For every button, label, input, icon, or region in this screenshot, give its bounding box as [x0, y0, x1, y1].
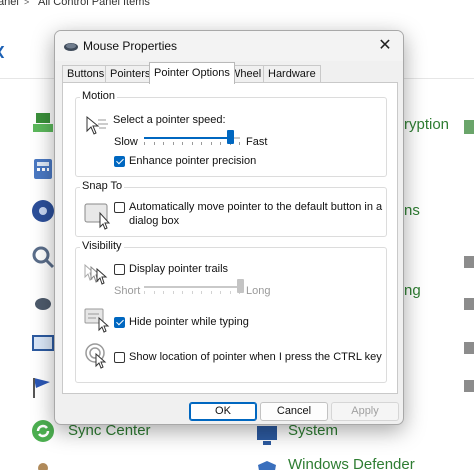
- title-bar[interactable]: Mouse Properties ✕: [55, 31, 403, 61]
- slider-tick: [191, 291, 193, 294]
- hide-pointer-icon: [84, 308, 110, 333]
- slider-tick: [210, 142, 212, 145]
- pointer-trails-label[interactable]: Display pointer trails: [129, 263, 228, 275]
- snap-to-group-title: Snap To: [80, 180, 125, 192]
- hide-pointer-label[interactable]: Hide pointer while typing: [129, 316, 249, 328]
- slider-thumb[interactable]: [237, 279, 244, 293]
- partial-icon[interactable]: [462, 374, 474, 400]
- windows-defender-link[interactable]: Windows Defender: [288, 456, 415, 470]
- slider-tick: [191, 142, 193, 145]
- show-location-checkbox[interactable]: [114, 352, 125, 363]
- fast-label: Fast: [246, 136, 268, 148]
- display-icon[interactable]: [30, 332, 56, 358]
- slider-tick: [172, 142, 174, 145]
- shield-icon[interactable]: [254, 458, 280, 470]
- show-location-icon: [85, 343, 107, 369]
- encryption-link[interactable]: ryption: [404, 116, 449, 133]
- motion-group-title: Motion: [80, 90, 118, 102]
- slider-tick: [201, 291, 202, 294]
- system-icon[interactable]: [254, 422, 280, 448]
- hide-pointer-checkbox[interactable]: [114, 317, 125, 328]
- mouse-icon[interactable]: [30, 290, 56, 316]
- snap-to-group: Snap To Automatically move pointer to th…: [75, 180, 387, 237]
- partial-icon[interactable]: [462, 336, 474, 362]
- snap-to-label-line2[interactable]: dialog box: [129, 215, 179, 227]
- close-icon: ✕: [378, 37, 392, 54]
- pointer-trails-icon: [84, 263, 108, 285]
- breadcrumb-part-control-panel[interactable]: anel: [0, 0, 19, 8]
- slider-tick: [220, 142, 221, 145]
- slider-tick: [153, 291, 155, 294]
- slider-tick: [201, 142, 202, 145]
- short-label: Short: [114, 285, 141, 297]
- visibility-group-title: Visibility: [80, 240, 124, 252]
- slider-tick: [229, 291, 231, 294]
- slider-tick: [182, 142, 183, 145]
- close-button[interactable]: ✕: [373, 35, 397, 57]
- apply-button[interactable]: Apply: [331, 402, 399, 421]
- slider-fill: [144, 286, 240, 288]
- programs-link[interactable]: ns: [404, 202, 420, 219]
- settings-link[interactable]: ng: [404, 282, 421, 299]
- slider-ticks: [144, 291, 240, 294]
- mouse-icon: [64, 43, 78, 51]
- snap-to-checkbox[interactable]: [114, 202, 125, 213]
- visibility-group: Visibility Display pointer trails Short …: [75, 240, 387, 383]
- snap-to-label-line1[interactable]: Automatically move pointer to the defaul…: [129, 201, 382, 213]
- tab-pointers[interactable]: Pointers: [105, 65, 156, 83]
- trail-length-slider[interactable]: [144, 279, 244, 295]
- slider-tick: [144, 142, 145, 145]
- slider-tick: [239, 142, 240, 145]
- partial-icon[interactable]: [462, 292, 474, 318]
- partial-icon[interactable]: [462, 250, 474, 276]
- breadcrumb: anel > All Control Panel Items: [0, 0, 474, 10]
- long-label: Long: [246, 285, 271, 297]
- slow-label: Slow: [114, 136, 138, 148]
- enhance-precision-checkbox[interactable]: [114, 156, 125, 167]
- flag-icon[interactable]: [30, 374, 56, 400]
- dialog-title: Mouse Properties: [83, 39, 178, 53]
- cancel-button[interactable]: Cancel: [260, 402, 328, 421]
- slider-thumb[interactable]: [227, 130, 235, 144]
- slider-fill: [144, 137, 231, 139]
- disc-icon[interactable]: [30, 198, 56, 224]
- slider-tick: [144, 291, 145, 294]
- slider-tick: [163, 142, 164, 145]
- slider-ticks: [144, 142, 240, 145]
- pointer-speed-label: Select a pointer speed:: [113, 114, 226, 126]
- back-arrow-icon[interactable]: ❮: [0, 44, 6, 58]
- enhance-precision-label[interactable]: Enhance pointer precision: [129, 155, 256, 167]
- breadcrumb-part-all-items[interactable]: All Control Panel Items: [38, 0, 150, 8]
- network-icon[interactable]: [30, 110, 56, 136]
- tab-buttons[interactable]: Buttons: [62, 65, 110, 83]
- mouse-properties-dialog: Mouse Properties ✕ Buttons Pointers Poin…: [54, 30, 404, 425]
- slider-tick: [172, 291, 174, 294]
- tab-hardware[interactable]: Hardware: [263, 65, 321, 83]
- show-location-label[interactable]: Show location of pointer when I press th…: [129, 351, 382, 363]
- pointer-speed-icon: [86, 115, 108, 135]
- slider-tick: [220, 291, 221, 294]
- slider-tick: [182, 291, 183, 294]
- search-icon[interactable]: [30, 244, 56, 270]
- pointer-options-panel: Motion Select a pointer speed: Slow Fast…: [62, 82, 398, 394]
- tab-strip: Buttons Pointers Pointer Options Wheel H…: [62, 62, 402, 84]
- user-icon[interactable]: [30, 460, 56, 470]
- tab-pointer-options[interactable]: Pointer Options: [149, 62, 235, 84]
- slider-tick: [210, 291, 212, 294]
- slider-tick: [163, 291, 164, 294]
- sync-center-icon[interactable]: [30, 418, 56, 444]
- breadcrumb-chevron-icon: >: [24, 0, 30, 7]
- snap-to-icon: [84, 203, 111, 230]
- motion-group: Motion Select a pointer speed: Slow Fast…: [75, 90, 387, 177]
- pointer-trails-checkbox[interactable]: [114, 264, 125, 275]
- partial-icon[interactable]: [462, 116, 474, 142]
- calculator-icon[interactable]: [30, 156, 56, 182]
- ok-button[interactable]: OK: [189, 402, 257, 421]
- slider-tick: [153, 142, 155, 145]
- pointer-speed-slider[interactable]: [144, 130, 240, 146]
